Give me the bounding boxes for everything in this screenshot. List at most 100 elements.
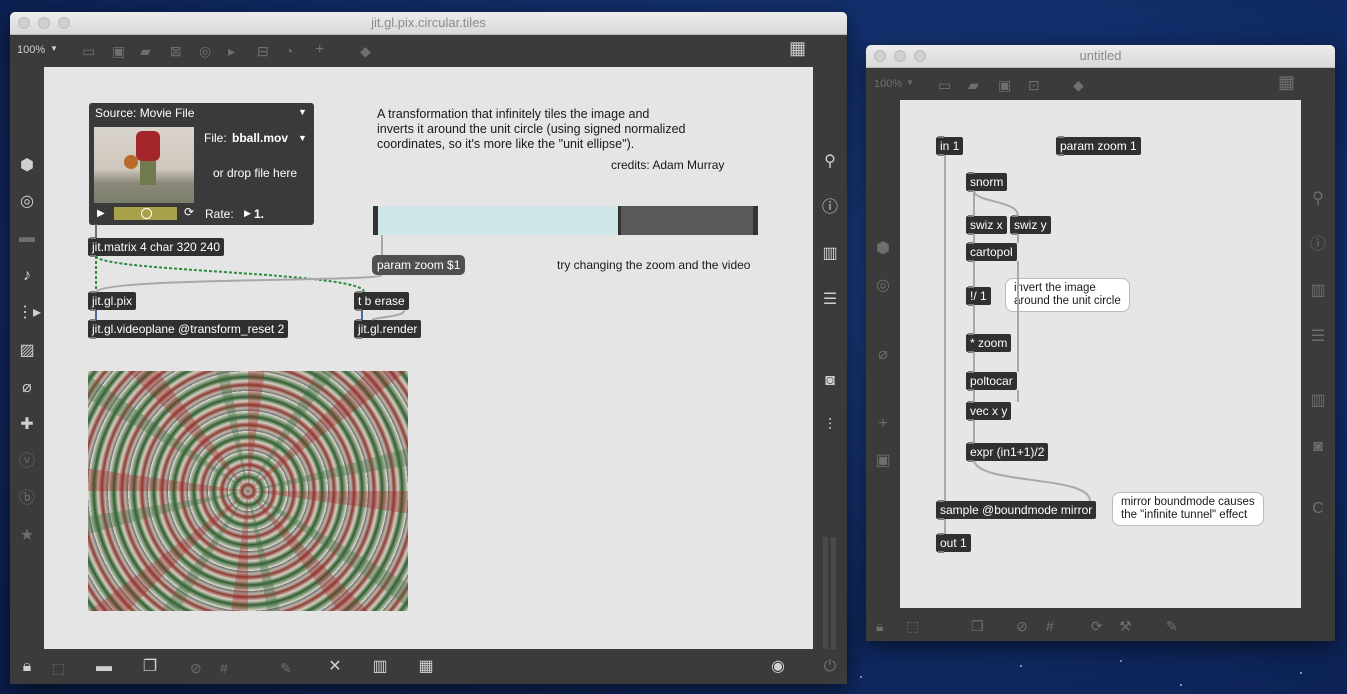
camera-icon[interactable]: ◙ <box>820 372 840 390</box>
swiz-y-object[interactable]: swiz y <box>1010 215 1051 235</box>
gen-canvas[interactable]: in 1 param zoom 1 snorm swiz x swiz y ca… <box>900 100 1301 608</box>
comment-icon[interactable]: ▰ <box>140 44 151 58</box>
cube-icon[interactable]: ⬢ <box>17 157 37 175</box>
plus-icon[interactable]: + <box>315 42 324 58</box>
refresh-icon[interactable]: ⟳ <box>1091 619 1103 633</box>
jit-matrix-object[interactable]: jit.matrix 4 char 320 240 <box>88 237 225 257</box>
paint-bucket-icon[interactable]: ◆ <box>360 44 371 58</box>
object-icon[interactable]: ▭ <box>938 78 951 92</box>
target-icon[interactable]: ◎ <box>17 193 37 211</box>
zoom-level[interactable]: 100% <box>874 78 902 90</box>
position-knob[interactable] <box>141 208 152 219</box>
image-icon[interactable]: ▨ <box>17 342 37 360</box>
plus-icon[interactable]: + <box>873 415 893 433</box>
keyboard-icon[interactable]: ▥ <box>370 658 390 676</box>
close-button[interactable] <box>874 50 886 62</box>
slider-icon[interactable]: ⊟ <box>257 44 269 58</box>
mixer-icon[interactable]: ⫶ <box>820 417 840 435</box>
grid-toggle-icon[interactable]: # <box>220 661 228 675</box>
v-icon[interactable]: ⓥ <box>17 453 37 471</box>
codebox-icon[interactable]: ⊡ <box>1028 78 1040 92</box>
gen-icon[interactable]: ▣ <box>873 452 893 470</box>
message-icon[interactable]: ▣ <box>112 44 125 58</box>
wrench-icon[interactable]: ✕ <box>325 658 345 676</box>
list-icon[interactable]: ☰ <box>820 291 840 309</box>
poltocar-object[interactable]: poltocar <box>966 371 1017 391</box>
presentation-icon[interactable]: ⬚ <box>906 619 919 633</box>
minimize-button[interactable] <box>894 50 906 62</box>
swiz-x-object[interactable]: swiz x <box>966 215 1007 235</box>
bpatcher-icon[interactable]: ▣ <box>998 78 1011 92</box>
divide-object[interactable]: !/ 1 <box>966 286 991 306</box>
dial-icon[interactable]: ◔ <box>285 44 293 58</box>
in-1-object[interactable]: in 1 <box>936 136 964 156</box>
t-b-erase-object[interactable]: t b erase <box>354 291 409 311</box>
debug-icon[interactable]: ✎ <box>280 661 292 675</box>
object-icon[interactable]: ▭ <box>82 44 95 58</box>
zoom-button[interactable] <box>58 17 70 29</box>
zoom-level[interactable]: 100% <box>17 44 45 56</box>
button-icon[interactable]: ◎ <box>199 44 211 58</box>
paperclip-icon[interactable]: ⌀ <box>17 379 37 397</box>
comment-bubble-icon[interactable]: ▬ <box>94 658 114 676</box>
playlist-header[interactable]: Source: Movie File <box>95 106 194 120</box>
presentation-icon[interactable]: ⬚ <box>52 661 65 675</box>
media-icon[interactable]: ⋮▸ <box>17 304 41 322</box>
number-icon[interactable]: ▸ <box>228 44 235 58</box>
paint-bucket-icon[interactable]: ◆ <box>1073 78 1084 92</box>
camera-icon[interactable]: ◙ <box>1308 438 1328 456</box>
snap-icon[interactable]: ⊘ <box>190 661 202 675</box>
zoom-button[interactable] <box>914 50 926 62</box>
sample-object[interactable]: sample @boundmode mirror <box>936 500 1097 520</box>
search-icon[interactable]: ⚲ <box>820 153 840 171</box>
position-slider[interactable] <box>114 207 177 220</box>
multiply-zoom-object[interactable]: * zoom <box>966 333 1012 353</box>
power-icon[interactable]: ⏻ <box>820 658 840 676</box>
hammer-icon[interactable]: ⚒ <box>1119 619 1132 633</box>
book-icon[interactable]: ▥ <box>1308 282 1328 300</box>
expr-object[interactable]: expr (in1+1)/2 <box>966 442 1049 462</box>
windows-icon[interactable]: ❐ <box>971 619 984 633</box>
info-icon[interactable]: ⓘ <box>820 199 840 217</box>
chevron-down-icon[interactable]: ▼ <box>50 44 58 53</box>
grid-toggle-icon[interactable]: # <box>1046 619 1054 633</box>
c-icon[interactable]: C <box>1308 500 1328 518</box>
vec-object[interactable]: vec x y <box>966 401 1012 421</box>
audio-icon[interactable]: ◉ <box>768 658 788 676</box>
out-1-object[interactable]: out 1 <box>936 533 971 553</box>
target-icon[interactable]: ◎ <box>873 277 893 295</box>
b-icon[interactable]: ⓑ <box>17 490 37 508</box>
music-note-icon[interactable]: ♪ <box>17 267 37 285</box>
chevron-down-icon[interactable]: ▼ <box>298 107 307 117</box>
bar-icon[interactable]: ▬ <box>17 229 37 247</box>
param-zoom-object[interactable]: param zoom 1 <box>1056 136 1141 156</box>
snorm-object[interactable]: snorm <box>966 172 1008 192</box>
grid-icon[interactable]: ▦ <box>789 39 806 57</box>
debug-icon[interactable]: ✎ <box>1166 619 1178 633</box>
lock-icon[interactable]: 🔒︎ <box>17 658 37 676</box>
lock-icon[interactable]: 🔒︎ <box>876 619 883 633</box>
file-value[interactable]: bball.mov <box>232 131 288 145</box>
snap-icon[interactable]: ⊘ <box>1016 619 1028 633</box>
jit-gl-videoplane-object[interactable]: jit.gl.videoplane @transform_reset 2 <box>88 319 289 339</box>
loop-icon[interactable]: ⟳ <box>184 205 194 219</box>
list-icon[interactable]: ☰ <box>1308 328 1328 346</box>
close-button[interactable] <box>18 17 30 29</box>
search-icon[interactable]: ⚲ <box>1308 190 1328 208</box>
play-icon[interactable]: ▶ <box>97 208 105 219</box>
console-icon[interactable]: ▦ <box>416 658 436 676</box>
paperclip-icon[interactable]: ⌀ <box>873 346 893 364</box>
book-icon[interactable]: ▥ <box>820 245 840 263</box>
message-icon[interactable]: ▰ <box>968 78 979 92</box>
star-icon[interactable]: ★ <box>17 527 37 545</box>
cartopol-object[interactable]: cartopol <box>966 242 1017 262</box>
playlist-object[interactable]: Source: Movie File ▼ File: bball.mov ▼ o… <box>89 103 314 225</box>
reference-icon[interactable]: ▥ <box>1308 392 1328 410</box>
cube-icon[interactable]: ⬢ <box>873 240 893 258</box>
plug-icon[interactable]: ✚ <box>17 416 37 434</box>
rate-value[interactable]: 1. <box>254 207 264 221</box>
param-zoom-message[interactable]: param zoom $1 <box>372 255 466 275</box>
zoom-slider-thumb[interactable] <box>618 206 621 235</box>
patcher-canvas[interactable]: Source: Movie File ▼ File: bball.mov ▼ o… <box>44 67 813 649</box>
chevron-down-icon[interactable]: ▼ <box>298 133 307 143</box>
